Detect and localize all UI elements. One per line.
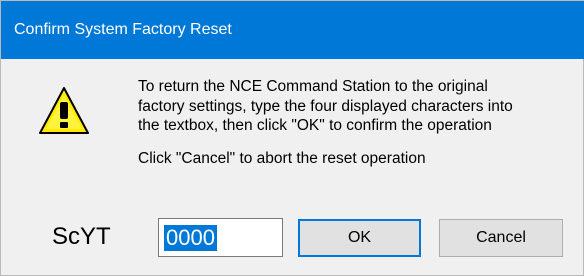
instruction-text: To return the NCE Command Station to the…: [138, 77, 558, 136]
warning-icon: [39, 87, 89, 134]
confirmation-code-input[interactable]: 0000: [158, 218, 283, 257]
ok-button[interactable]: OK: [298, 219, 421, 257]
cancel-hint-text: Click "Cancel" to abort the reset operat…: [138, 150, 426, 167]
ok-button-label: OK: [347, 229, 372, 246]
instruction-line: To return the NCE Command Station to the…: [138, 78, 488, 95]
confirmation-code-label: ScYT: [52, 223, 111, 250]
dialog-title: Confirm System Factory Reset: [14, 21, 232, 38]
title-bar[interactable]: Confirm System Factory Reset: [1, 1, 584, 59]
instruction-line: factory settings, type the four displaye…: [138, 97, 513, 115]
cancel-button[interactable]: Cancel: [439, 219, 563, 257]
instruction-line: the textbox, then click "OK" to confirm …: [138, 117, 492, 134]
cancel-button-label: Cancel: [476, 229, 526, 246]
factory-reset-dialog: Confirm System Factory Reset To return t…: [0, 0, 584, 276]
selected-input-text: 0000: [164, 225, 217, 251]
